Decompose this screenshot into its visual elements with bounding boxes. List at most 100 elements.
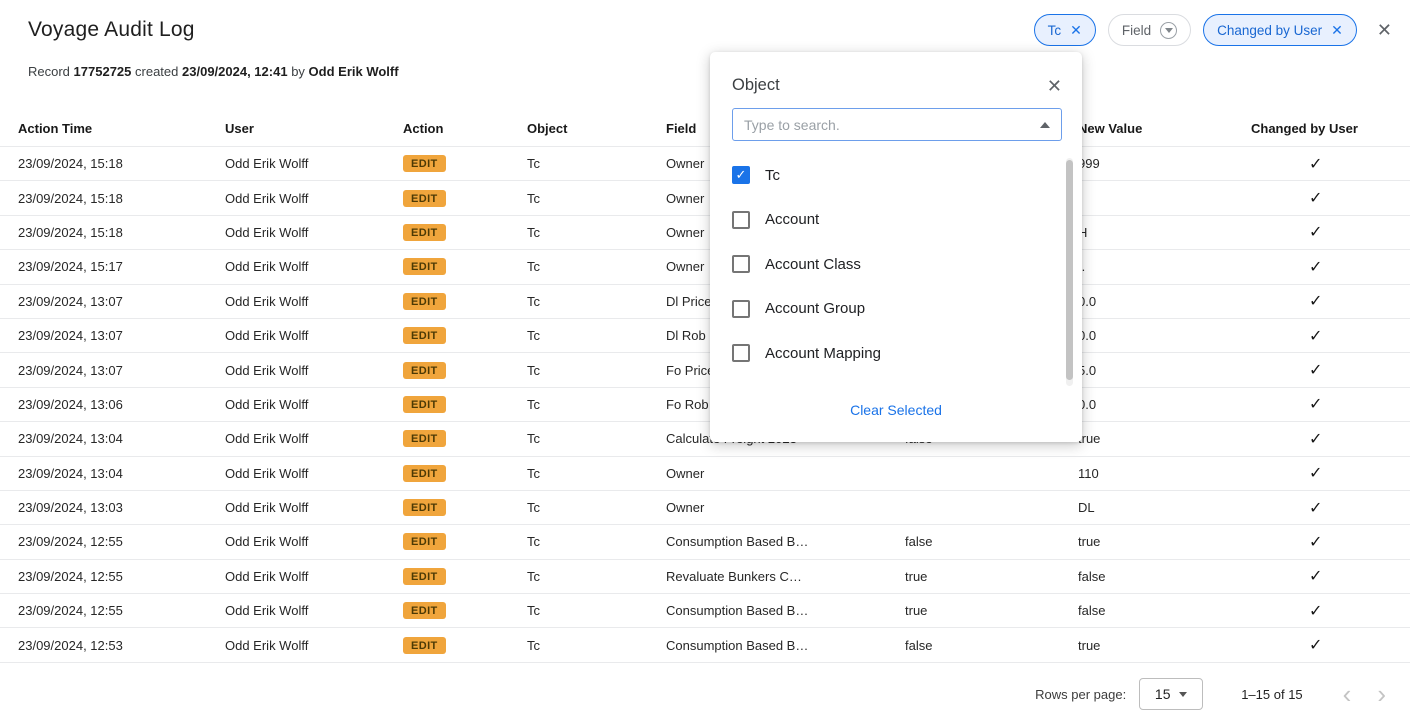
option-label: Tc: [765, 167, 780, 184]
check-icon: ✓: [1309, 534, 1322, 551]
checkbox-unchecked-icon[interactable]: [732, 300, 750, 318]
object-option-account[interactable]: Account: [710, 198, 1082, 243]
cell-object: Tc: [527, 191, 666, 206]
cell-field: Owner: [666, 466, 905, 481]
record-id: 17752725: [74, 64, 132, 79]
cell-new-value: DL: [1078, 500, 1251, 515]
check-icon: ✓: [1309, 568, 1322, 585]
cell-object: Tc: [527, 363, 666, 378]
checkbox-unchecked-icon[interactable]: [732, 211, 750, 229]
cell-action-time: 23/09/2024, 13:07: [18, 328, 225, 343]
rows-per-page-label: Rows per page:: [1035, 687, 1126, 702]
chip-dropdown-icon[interactable]: [1160, 22, 1177, 39]
cell-action-time: 23/09/2024, 13:07: [18, 294, 225, 309]
check-icon: ✓: [1309, 293, 1322, 310]
cell-action: EDIT: [403, 224, 527, 241]
cell-action-time: 23/09/2024, 12:53: [18, 638, 225, 653]
object-option-account-class[interactable]: Account Class: [710, 242, 1082, 287]
cell-new-value: false: [1078, 603, 1251, 618]
cell-new-value: 5.0: [1078, 363, 1251, 378]
check-icon: ✓: [1309, 362, 1322, 379]
cell-new-value: 0.0: [1078, 294, 1251, 309]
created-by: Odd Erik Wolff: [309, 64, 399, 79]
next-page-button[interactable]: ›: [1377, 681, 1386, 707]
page-title: Voyage Audit Log: [28, 18, 195, 42]
table-row: 23/09/2024, 12:55Odd Erik WolffEDITTcRev…: [0, 560, 1410, 594]
scrollbar[interactable]: [1066, 158, 1073, 386]
edit-action-badge: EDIT: [403, 568, 446, 585]
edit-action-badge: EDIT: [403, 533, 446, 550]
edit-action-badge: EDIT: [403, 327, 446, 344]
cell-action: EDIT: [403, 258, 527, 275]
cell-old-value: true: [905, 603, 1078, 618]
table-row: 23/09/2024, 13:07Odd Erik WolffEDITTcDl …: [0, 285, 1410, 319]
previous-page-button[interactable]: ‹: [1343, 681, 1352, 707]
column-header-changed-by-user: Changed by User: [1251, 121, 1410, 136]
created-label: created: [135, 64, 178, 79]
table-row: 23/09/2024, 13:03Odd Erik WolffEDITTcOwn…: [0, 491, 1410, 525]
cell-new-value: 999: [1078, 156, 1251, 171]
cell-user: Odd Erik Wolff: [225, 397, 403, 412]
check-icon: ✓: [1309, 328, 1322, 345]
object-option-account-mapping[interactable]: Account Mapping: [710, 331, 1082, 376]
voyage-audit-log-page: Voyage Audit Log Tc ✕ Field Changed by User…: [0, 0, 1410, 722]
option-label: Account Group: [765, 300, 865, 317]
table-body: 23/09/2024, 15:18Odd Erik WolffEDITTcOwn…: [0, 147, 1410, 663]
table-row: 23/09/2024, 12:55Odd Erik WolffEDITTcCon…: [0, 594, 1410, 628]
record-label: Record: [28, 64, 70, 79]
chip-clear-icon[interactable]: ✕: [1070, 23, 1082, 37]
checkbox-unchecked-icon[interactable]: [732, 255, 750, 273]
scrollbar-thumb[interactable]: [1066, 160, 1073, 380]
edit-action-badge: EDIT: [403, 155, 446, 172]
cell-changed-by-user: ✓: [1251, 463, 1410, 483]
check-icon: ✓: [1309, 431, 1322, 448]
filter-chip-field[interactable]: Field: [1108, 14, 1191, 46]
cell-object: Tc: [527, 328, 666, 343]
cell-changed-by-user: ✓: [1251, 601, 1410, 621]
cell-changed-by-user: ✓: [1251, 188, 1410, 208]
column-header-new-value: New Value: [1078, 121, 1251, 136]
edit-action-badge: EDIT: [403, 258, 446, 275]
cell-action-time: 23/09/2024, 13:04: [18, 431, 225, 446]
checkbox-checked-icon[interactable]: ✓: [732, 166, 750, 184]
object-search-input[interactable]: Type to search.: [732, 108, 1062, 141]
cell-object: Tc: [527, 156, 666, 171]
rows-per-page-select[interactable]: 15: [1139, 678, 1203, 710]
cell-user: Odd Erik Wolff: [225, 431, 403, 446]
object-option-tc[interactable]: ✓ Tc: [710, 153, 1082, 198]
check-icon: ✓: [1309, 224, 1322, 241]
popup-close-icon[interactable]: ✕: [1047, 77, 1062, 95]
table-row: 23/09/2024, 12:53Odd Erik WolffEDITTcCon…: [0, 628, 1410, 662]
chip-label: Tc: [1048, 23, 1062, 38]
caret-up-icon: [1040, 122, 1050, 128]
cell-field: Consumption Based B…: [666, 603, 905, 618]
object-option-account-group[interactable]: Account Group: [710, 287, 1082, 332]
table-row: 23/09/2024, 12:55Odd Erik WolffEDITTcCon…: [0, 525, 1410, 559]
cell-changed-by-user: ✓: [1251, 394, 1410, 414]
checkbox-unchecked-icon[interactable]: [732, 344, 750, 362]
cell-changed-by-user: ✓: [1251, 326, 1410, 346]
popup-title: Object: [732, 76, 780, 95]
chip-clear-icon[interactable]: ✕: [1331, 23, 1343, 37]
cell-changed-by-user: ✓: [1251, 635, 1410, 655]
cell-user: Odd Erik Wolff: [225, 534, 403, 549]
close-icon[interactable]: ✕: [1377, 21, 1392, 39]
option-label: Account Mapping: [765, 345, 881, 362]
cell-action-time: 23/09/2024, 15:18: [18, 156, 225, 171]
caret-down-icon: [1179, 692, 1187, 697]
table-header-row: Action TimeUserActionObjectFieldNew Valu…: [0, 110, 1410, 147]
created-datetime: 23/09/2024, 12:41: [182, 64, 288, 79]
clear-selected-link[interactable]: Clear Selected: [710, 402, 1082, 418]
filter-chip-tc[interactable]: Tc ✕: [1034, 14, 1096, 46]
cell-changed-by-user: ✓: [1251, 429, 1410, 449]
filter-chip-changed-by-user[interactable]: Changed by User✕: [1203, 14, 1357, 46]
cell-user: Odd Erik Wolff: [225, 603, 403, 618]
filter-chips: Tc ✕ Field Changed by User✕: [1034, 14, 1357, 46]
table-row: 23/09/2024, 15:18Odd Erik WolffEDITTcOwn…: [0, 147, 1410, 181]
cell-new-value: H: [1078, 225, 1251, 240]
cell-action-time: 23/09/2024, 15:18: [18, 191, 225, 206]
cell-changed-by-user: ✓: [1251, 291, 1410, 311]
cell-user: Odd Erik Wolff: [225, 569, 403, 584]
check-icon: ✓: [1309, 465, 1322, 482]
cell-object: Tc: [527, 225, 666, 240]
